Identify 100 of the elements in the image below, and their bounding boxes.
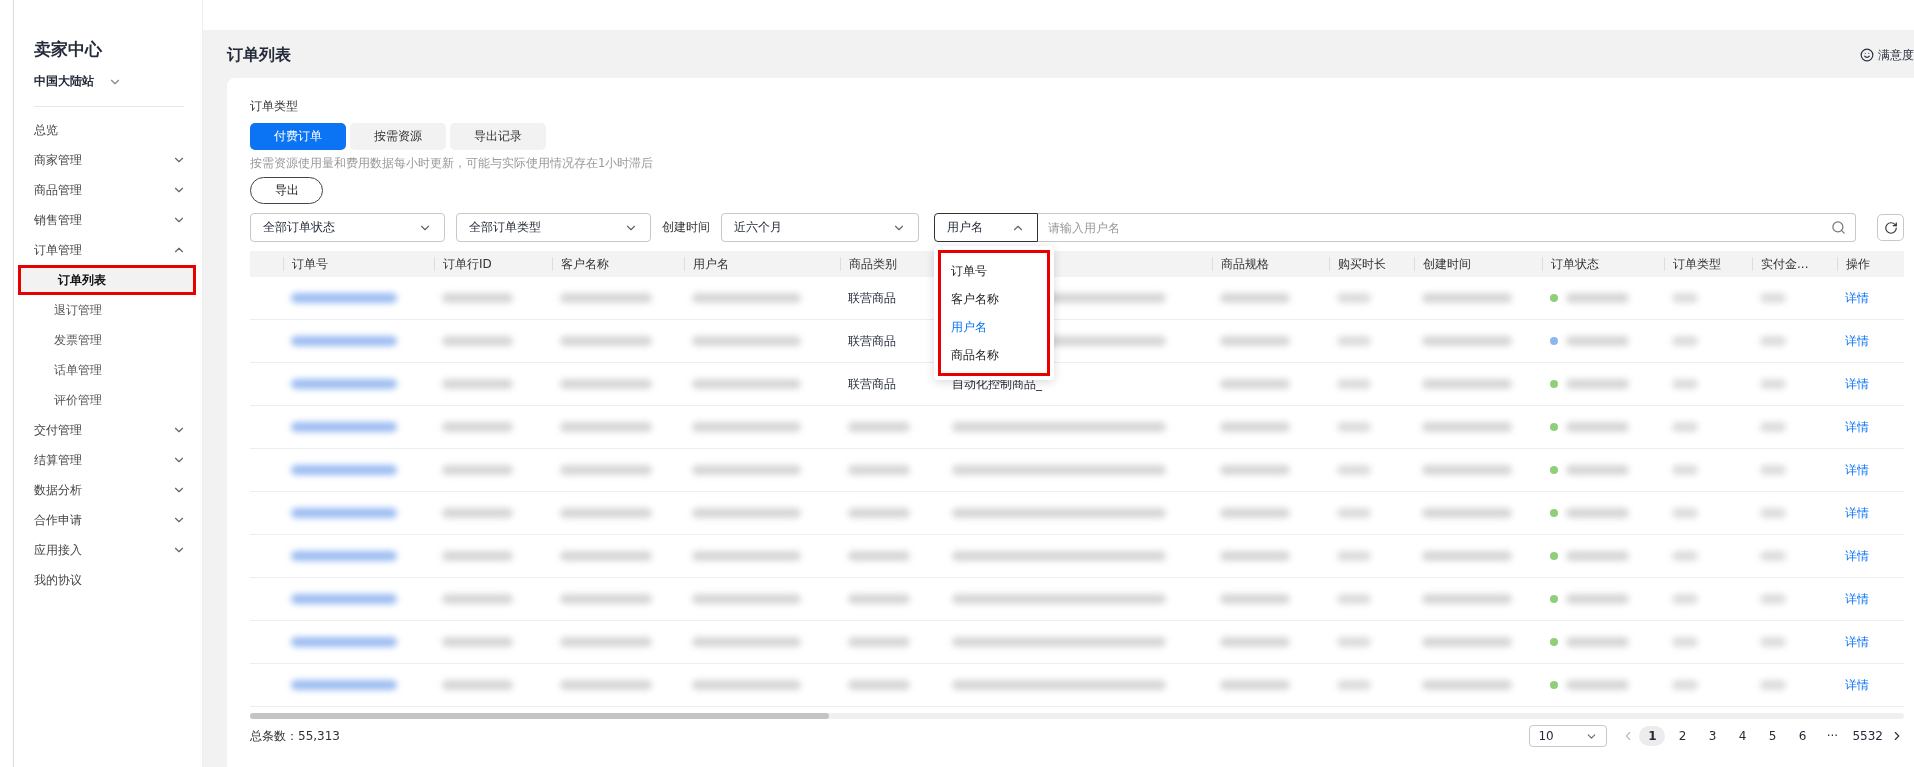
horizontal-scrollbar[interactable] [250, 713, 1904, 719]
column-header: 订单状态 [1542, 257, 1664, 271]
tab[interactable]: 按需资源 [350, 123, 446, 150]
dropdown-option[interactable]: 订单号 [941, 257, 1047, 285]
menu-item[interactable]: 总览 [14, 115, 202, 145]
blurred-text [1672, 465, 1699, 475]
blurred-text [1220, 336, 1291, 346]
column-header: 操作 [1837, 257, 1904, 271]
refresh-button[interactable] [1877, 214, 1904, 241]
detail-link[interactable]: 详情 [1845, 419, 1869, 434]
detail-link[interactable]: 详情 [1845, 462, 1869, 477]
detail-link[interactable]: 详情 [1845, 376, 1869, 391]
blurred-text [442, 637, 513, 647]
blurred-text [1220, 379, 1291, 389]
notice-text: 按需资源使用量和费用数据每小时更新，可能与实际使用情况存在1小时滞后 [250, 156, 655, 171]
export-button[interactable]: 导出 [250, 177, 323, 204]
page-number[interactable]: 5532 [1849, 726, 1886, 746]
menu-group[interactable]: 应用接入 [14, 535, 202, 565]
blurred-text [1566, 594, 1629, 604]
field-select[interactable]: 用户名 [934, 213, 1038, 242]
detail-link[interactable]: 详情 [1845, 333, 1869, 348]
region-selector[interactable]: 中国大陆站 [14, 61, 202, 90]
menu-group[interactable]: 订单管理 [14, 235, 202, 265]
status-select[interactable]: 全部订单状态 [250, 213, 445, 242]
date-label: 创建时间 [662, 219, 710, 236]
menu-item[interactable]: 我的协议 [14, 565, 202, 595]
blurred-text [1760, 680, 1786, 690]
page-number[interactable]: 2 [1669, 726, 1696, 746]
menu-group[interactable]: 数据分析 [14, 475, 202, 505]
menu-group[interactable]: 商家管理 [14, 145, 202, 175]
blurred-text [1220, 508, 1291, 518]
date-select[interactable]: 近六个月 [721, 213, 919, 242]
blurred-text [1566, 551, 1629, 561]
detail-link[interactable]: 详情 [1845, 634, 1869, 649]
blurred-text [1672, 508, 1699, 518]
submenu-item[interactable]: 退订管理 [14, 295, 196, 325]
dropdown-option[interactable]: 客户名称 [941, 285, 1047, 313]
page-number[interactable]: 4 [1729, 726, 1756, 746]
feedback-link[interactable]: 满意度 [1860, 46, 1914, 64]
dropdown-option[interactable]: 用户名 [941, 313, 1047, 341]
blurred-text [1566, 336, 1629, 346]
blurred-text [1337, 422, 1371, 432]
submenu-item[interactable]: 话单管理 [14, 355, 196, 385]
type-select[interactable]: 全部订单类型 [456, 213, 651, 242]
blurred-text [442, 465, 513, 475]
blurred-text [442, 594, 513, 604]
table-cell-text: 联营商品 [847, 375, 897, 393]
detail-link[interactable]: 详情 [1845, 505, 1869, 520]
column-header: 订单号 [283, 257, 434, 271]
blurred-text [1566, 465, 1629, 475]
dropdown-option[interactable]: 商品名称 [941, 341, 1047, 369]
search-icon[interactable] [1831, 220, 1846, 235]
blurred-text [1760, 594, 1786, 604]
page-number[interactable]: 3 [1699, 726, 1726, 746]
detail-link[interactable]: 详情 [1845, 677, 1869, 692]
page-number[interactable]: ··· [1819, 726, 1846, 746]
blurred-text [1566, 422, 1629, 432]
search-field[interactable]: 请输入用户名 [1038, 213, 1856, 242]
detail-link[interactable]: 详情 [1845, 548, 1869, 563]
blurred-text [1220, 637, 1291, 647]
blurred-text [1337, 594, 1371, 604]
blurred-text [848, 594, 911, 604]
menu-group[interactable]: 交付管理 [14, 415, 202, 445]
blurred-text [1672, 422, 1699, 432]
page-number[interactable]: 6 [1789, 726, 1816, 746]
page-size-select[interactable]: 10 [1529, 725, 1608, 747]
blurred-text [1566, 637, 1629, 647]
blurred-text [848, 508, 911, 518]
blurred-text [1337, 637, 1371, 647]
blurred-text [1760, 465, 1786, 475]
tab[interactable]: 付费订单 [250, 123, 346, 150]
blurred-text [1760, 422, 1786, 432]
column-header: 创建时间 [1414, 257, 1542, 271]
blurred-text [1672, 551, 1699, 561]
menu-group[interactable]: 销售管理 [14, 205, 202, 235]
blurred-text [848, 551, 911, 561]
page-number[interactable]: 5 [1759, 726, 1786, 746]
blurred-text [1337, 379, 1371, 389]
smiley-icon [1860, 48, 1874, 62]
blurred-text [1760, 379, 1786, 389]
detail-link[interactable]: 详情 [1845, 591, 1869, 606]
blurred-text [1220, 465, 1291, 475]
menu-group[interactable]: 合作申请 [14, 505, 202, 535]
submenu-item[interactable]: 发票管理 [14, 325, 196, 355]
column-header: 用户名 [684, 257, 840, 271]
column-header: 订单行ID [434, 257, 552, 271]
tab[interactable]: 导出记录 [450, 123, 546, 150]
blurred-text [1337, 508, 1371, 518]
blurred-text [1220, 594, 1291, 604]
menu-group[interactable]: 结算管理 [14, 445, 202, 475]
detail-link[interactable]: 详情 [1845, 290, 1869, 305]
submenu-item[interactable]: 评价管理 [14, 385, 196, 415]
submenu-item[interactable]: 订单列表 [18, 265, 196, 295]
blurred-text [1337, 336, 1371, 346]
column-header: 订单类型 [1664, 257, 1752, 271]
column-header: 购买时长 [1329, 257, 1414, 271]
blurred-text [1760, 293, 1786, 303]
blurred-text [1337, 465, 1371, 475]
page-number[interactable]: 1 [1639, 726, 1666, 746]
menu-group[interactable]: 商品管理 [14, 175, 202, 205]
